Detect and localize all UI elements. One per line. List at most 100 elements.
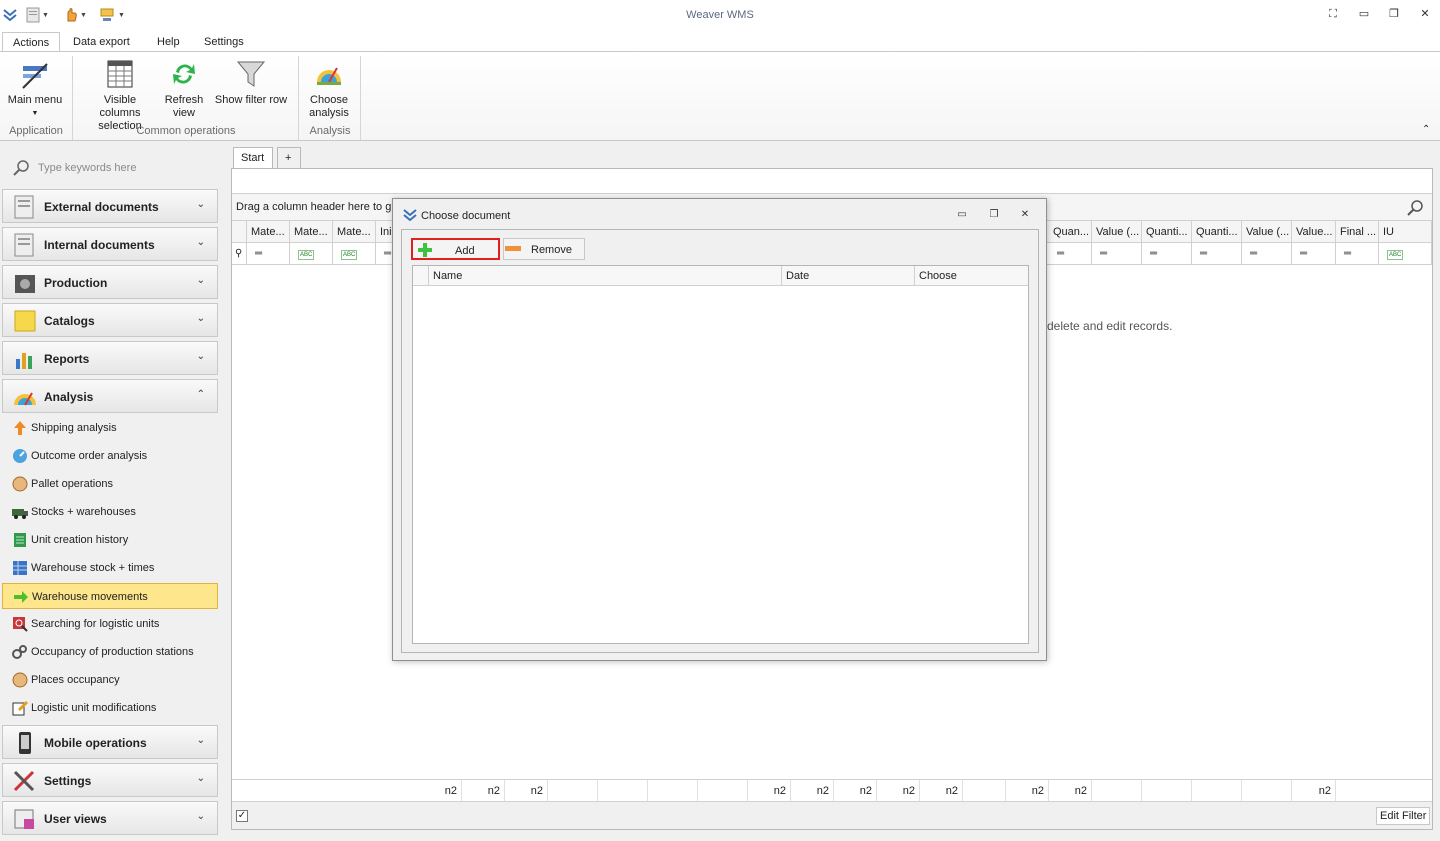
filter-equals-icon[interactable]: ═ (1242, 243, 1292, 265)
sidebar-item-logistic-unit-modifications[interactable]: Logistic unit modifications (2, 695, 218, 721)
filter-equals-icon[interactable]: ═ (1336, 243, 1379, 265)
summary-cell-empty (1192, 780, 1242, 802)
column-header[interactable]: Mate... (333, 221, 376, 243)
filter-enabled-checkbox[interactable]: ✓ (236, 810, 248, 822)
sidebar-item-stocks-warehouses[interactable]: Stocks + warehouses (2, 499, 218, 525)
column-header-date[interactable]: Date (782, 266, 915, 286)
summary-cell: n2 (791, 780, 834, 802)
show-filter-row-button[interactable]: Show filter row (212, 58, 290, 107)
minimize-icon[interactable]: ▭ (1356, 6, 1372, 22)
column-header[interactable]: Value (... (1242, 221, 1292, 243)
main-menu-button[interactable]: Main menu ▼ (4, 58, 66, 120)
restore-icon[interactable]: ❐ (987, 208, 1001, 222)
filter-funnel-icon (235, 58, 267, 90)
tab-start[interactable]: Start (233, 147, 273, 169)
column-header[interactable]: Quan... (1049, 221, 1092, 243)
remove-button[interactable]: Remove (503, 238, 585, 260)
analysis-chart-icon (313, 58, 345, 90)
nav-group-external-documents[interactable]: External documents ⌄ (2, 189, 218, 223)
summary-cell-empty (1092, 780, 1142, 802)
sidebar-item-places-occupancy[interactable]: Places occupancy (2, 667, 218, 693)
filter-text-icon[interactable]: ABC (290, 243, 333, 265)
add-button[interactable]: Add (411, 238, 500, 260)
summary-cell-empty (1242, 780, 1292, 802)
restore-icon[interactable]: ❐ (1386, 6, 1402, 22)
tab-settings[interactable]: Settings (194, 32, 254, 52)
sidebar-item-searching-logistic-units[interactable]: Searching for logistic units (2, 611, 218, 637)
arrow-up-icon (14, 421, 26, 435)
sidebar-item-warehouse-movements[interactable]: Warehouse movements (2, 583, 218, 609)
add-tab-button[interactable]: + (277, 147, 301, 169)
group-panel-text: Drag a column header here to gr (236, 201, 395, 213)
column-header-choose[interactable]: Choose (915, 266, 1028, 286)
empty-grid-message: delete and edit records. (1047, 319, 1173, 333)
column-header[interactable]: Value... (1292, 221, 1336, 243)
column-header[interactable]: Quanti... (1142, 221, 1192, 243)
filter-text-icon[interactable]: ABC (333, 243, 376, 265)
nav-group-label: Settings (44, 774, 92, 788)
nav-group-production[interactable]: Production ⌄ (2, 265, 218, 299)
nav-group-label: Mobile operations (44, 736, 147, 750)
visible-columns-button[interactable]: Visible columns selection (82, 58, 158, 133)
column-header[interactable]: Final ... (1336, 221, 1379, 243)
column-header[interactable]: Quanti... (1192, 221, 1242, 243)
filter-equals-icon[interactable]: ═ (1192, 243, 1242, 265)
sidebar-item-outcome-order-analysis[interactable]: Outcome order analysis (2, 443, 218, 469)
nav-group-mobile-operations[interactable]: Mobile operations ⌄ (2, 725, 218, 759)
column-header[interactable]: Mate... (290, 221, 333, 243)
nav-group-settings[interactable]: Settings ⌄ (2, 763, 218, 797)
nav-group-reports[interactable]: Reports ⌄ (2, 341, 218, 375)
column-header[interactable]: IU (1379, 221, 1432, 243)
refresh-view-button[interactable]: Refresh view (160, 58, 208, 120)
sidebar-item-pallet-operations[interactable]: Pallet operations (2, 471, 218, 497)
sidebar-item-unit-creation-history[interactable]: Unit creation history (2, 527, 218, 553)
sidebar-item-warehouse-stock-times[interactable]: Warehouse stock + times (2, 555, 218, 581)
choose-analysis-button[interactable]: Choose analysis (302, 58, 356, 120)
sidebar-item-occupancy-production-stations[interactable]: Occupancy of production stations (2, 639, 218, 665)
nav-group-analysis[interactable]: Analysis ⌃ (2, 379, 218, 413)
ledger-icon (14, 533, 26, 547)
column-header[interactable]: Value (... (1092, 221, 1142, 243)
minimize-icon[interactable]: ▭ (955, 208, 969, 222)
close-icon[interactable]: ✕ (1018, 208, 1032, 222)
chevron-down-icon: ⌄ (196, 199, 205, 210)
filter-equals-icon[interactable]: ═ (1292, 243, 1336, 265)
search-box[interactable]: Type keywords here (10, 159, 210, 179)
filter-equals-icon[interactable]: ═ (1092, 243, 1142, 265)
truck-icon (12, 509, 28, 519)
tab-actions[interactable]: Actions (2, 32, 61, 53)
filter-equals-icon[interactable]: ═ (1142, 243, 1192, 265)
sidebar-item-label: Outcome order analysis (31, 450, 148, 462)
tab-help[interactable]: Help (147, 32, 190, 52)
group-application-label: Application (9, 125, 63, 137)
window-title: Weaver WMS (686, 9, 754, 21)
chevron-down-icon: ⌄ (196, 351, 205, 362)
table-columns-icon (104, 58, 136, 90)
tab-data-export[interactable]: Data export (63, 32, 140, 52)
nav-group-internal-documents[interactable]: Internal documents ⌄ (2, 227, 218, 261)
column-header[interactable]: Mate... (247, 221, 290, 243)
bar-chart-icon (16, 353, 32, 369)
nav-group-catalogs[interactable]: Catalogs ⌄ (2, 303, 218, 337)
sidebar-item-shipping-analysis[interactable]: Shipping analysis (2, 415, 218, 441)
filter-equals-icon[interactable]: ═ (247, 243, 290, 265)
close-icon[interactable]: ✕ (1417, 6, 1433, 22)
refresh-label-1: Refresh (164, 94, 204, 106)
production-machine-icon (15, 275, 35, 293)
filter-equals-icon[interactable]: ═ (1049, 243, 1092, 265)
pallet-icon (12, 672, 28, 688)
nav-group-user-views[interactable]: User views ⌄ (2, 801, 218, 835)
navigation-sidebar: Type keywords here External documents ⌄ … (0, 142, 222, 841)
find-icon[interactable] (1405, 198, 1425, 218)
edit-filter-button[interactable]: Edit Filter (1376, 807, 1431, 825)
focus-mode-icon[interactable]: ⛶ (1325, 6, 1341, 22)
main-menu-label: Main menu (7, 94, 63, 106)
collapse-ribbon-icon[interactable]: ⌃ (1422, 124, 1430, 135)
nav-group-label: Reports (44, 352, 90, 366)
chevron-down-icon: ⌄ (196, 237, 205, 248)
filter-text-icon[interactable]: ABC (1379, 243, 1432, 265)
column-header-name[interactable]: Name (429, 266, 782, 286)
nav-group-label: Production (44, 276, 108, 290)
summary-cell: n2 (462, 780, 505, 802)
sidebar-item-label: Warehouse movements (32, 591, 148, 603)
